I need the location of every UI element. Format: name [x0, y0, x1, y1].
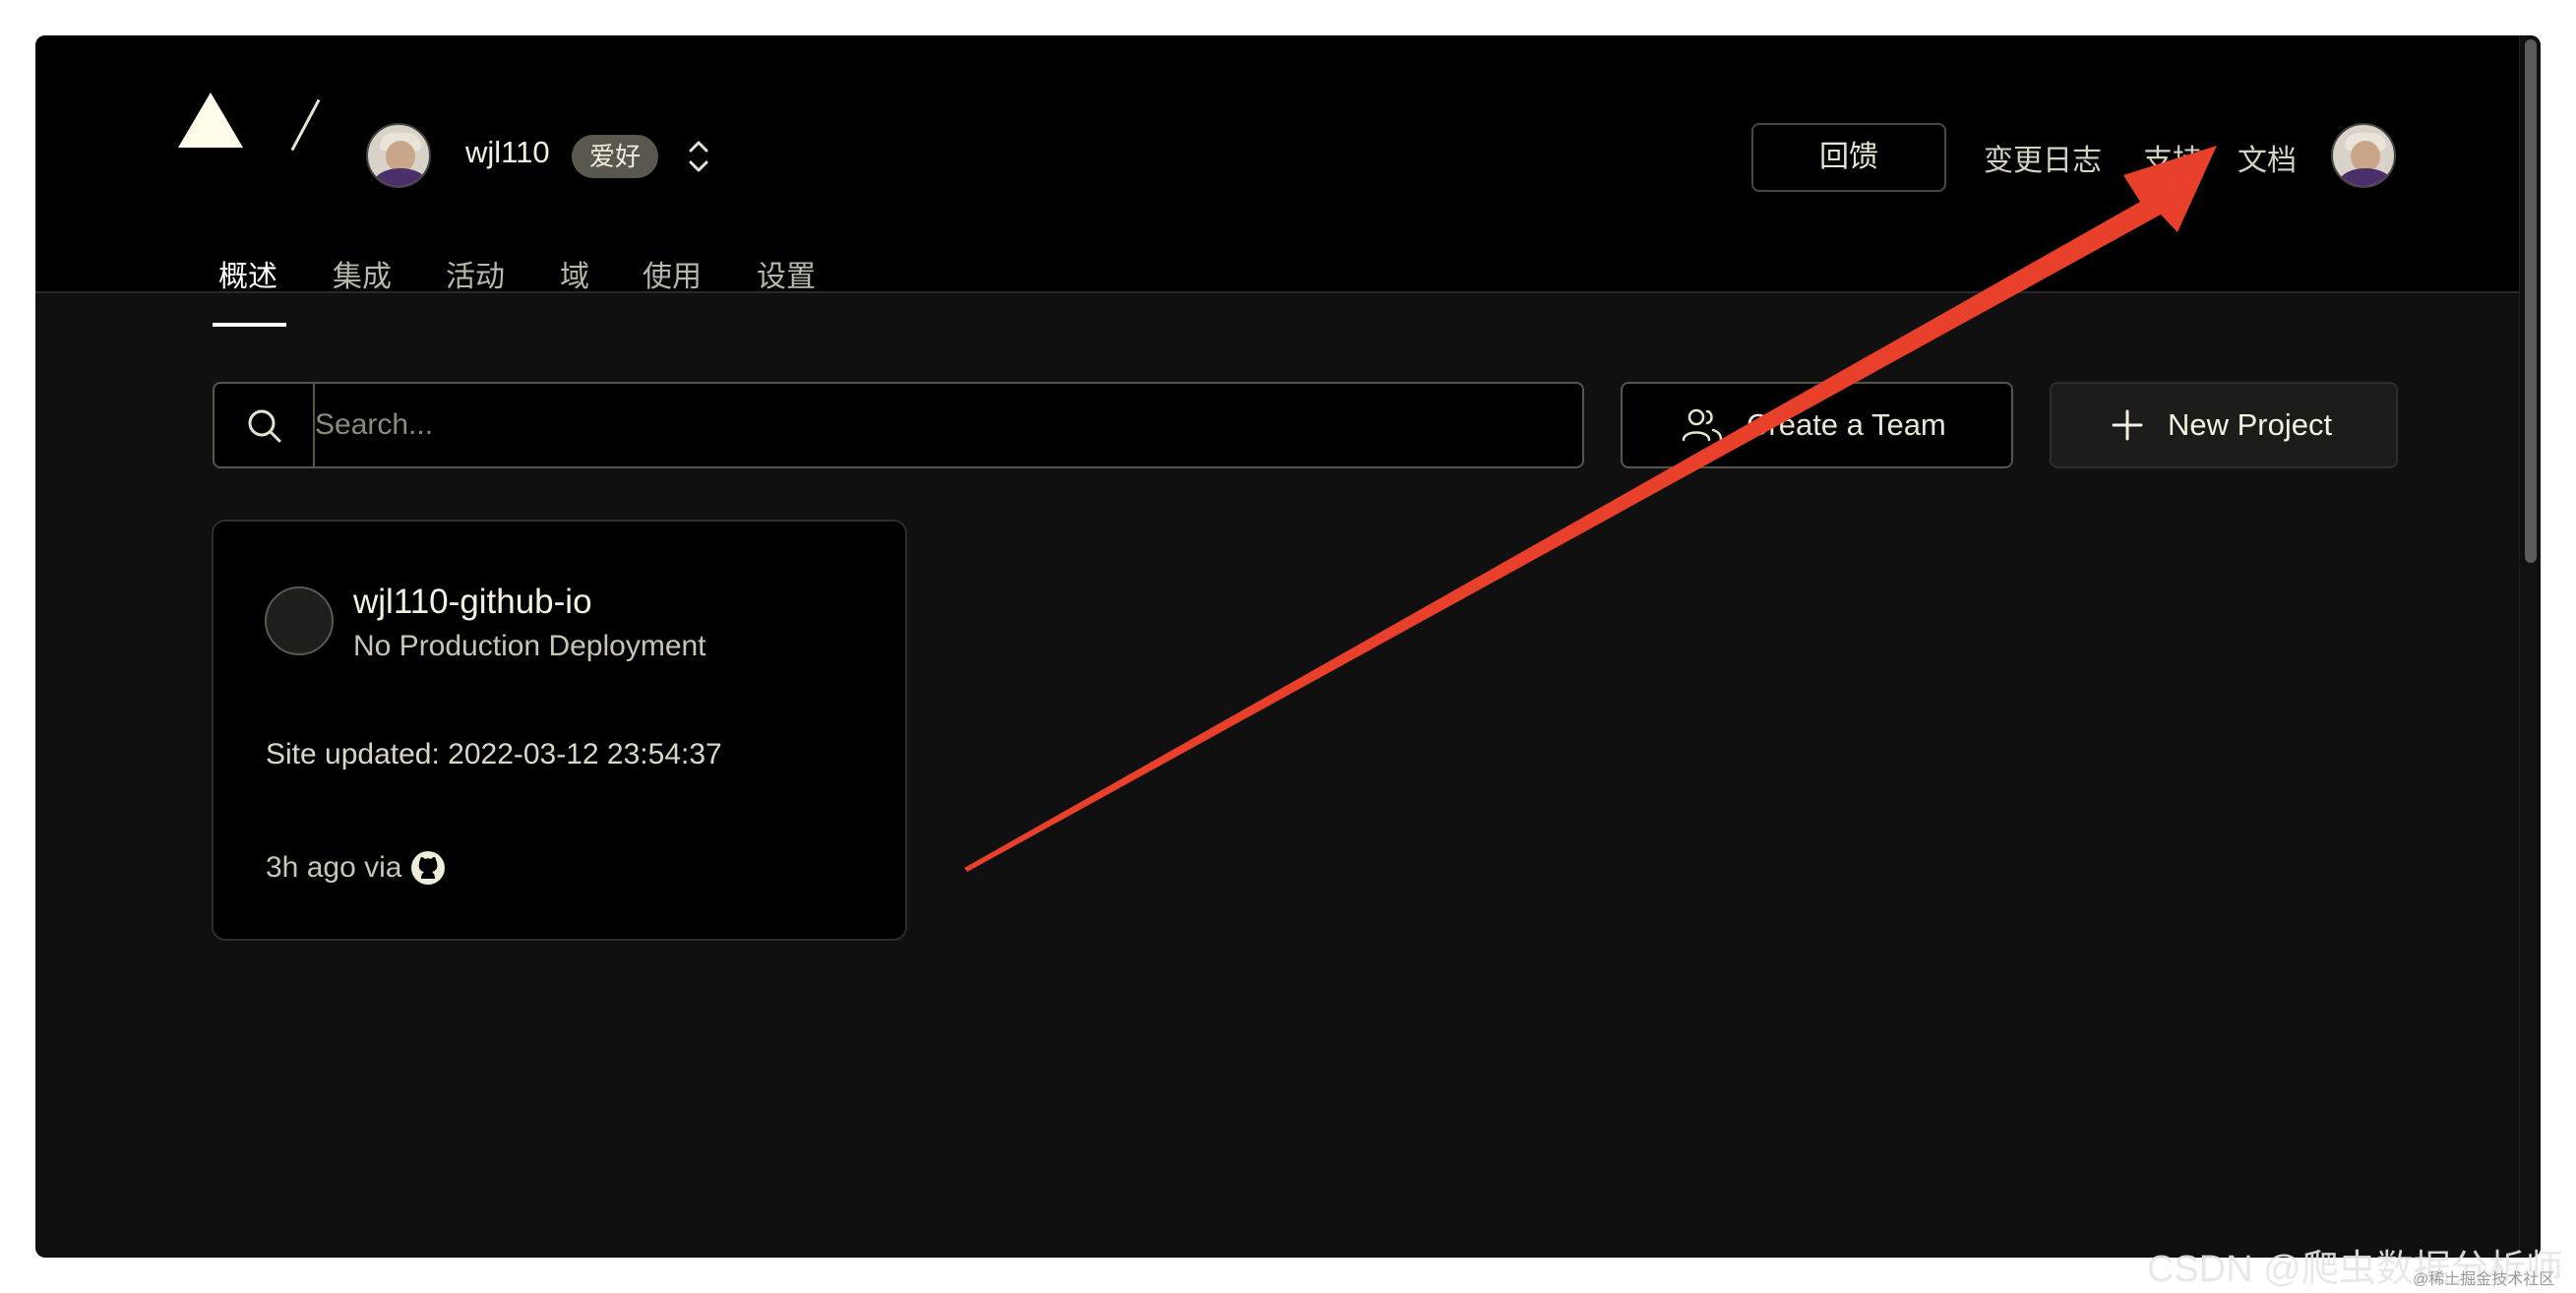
new-project-button[interactable]: New Project [2050, 382, 2398, 468]
tab-activity[interactable]: 活动 [446, 252, 505, 295]
chevron-up-down-icon[interactable] [685, 137, 712, 176]
top-header: wjl110 爱好 回馈 变更日志 支持 文档 概述 集成 活动 域 使用 设置 [35, 35, 2519, 327]
plan-badge: 爱好 [572, 135, 659, 178]
github-icon[interactable] [409, 849, 447, 887]
app-window: wjl110 爱好 回馈 变更日志 支持 文档 概述 集成 活动 域 使用 设置 [35, 35, 2541, 1258]
tab-settings[interactable]: 设置 [757, 252, 816, 295]
scrollbar-thumb[interactable] [2525, 39, 2537, 563]
project-card[interactable]: wjl110-github-io No Production Deploymen… [212, 520, 907, 941]
tab-integrations[interactable]: 集成 [333, 252, 392, 295]
project-icon [265, 586, 334, 655]
tab-domains[interactable]: 域 [560, 252, 589, 295]
watermark-secondary-text: @稀土掘金技术社区 [2413, 1271, 2555, 1288]
team-avatar[interactable] [366, 123, 431, 188]
search-input[interactable] [315, 384, 1574, 466]
plus-icon [2111, 408, 2144, 442]
changelog-link[interactable]: 变更日志 [1984, 136, 2102, 179]
tab-overview[interactable]: 概述 [218, 252, 277, 295]
last-commit-info: 3h ago via [266, 849, 447, 887]
triangle-logo-icon[interactable] [178, 92, 243, 148]
project-name[interactable]: wjl110-github-io [353, 583, 592, 622]
active-tab-indicator [213, 323, 286, 327]
create-team-label: Create a Team [1747, 407, 1946, 442]
create-team-button[interactable]: Create a Team [1621, 382, 2013, 468]
users-icon [1680, 402, 1725, 448]
tab-usage[interactable]: 使用 [643, 252, 702, 295]
support-link[interactable]: 支持 [2143, 136, 2202, 179]
search-box[interactable] [213, 382, 1584, 468]
vertical-scrollbar[interactable] [2519, 35, 2541, 1258]
docs-link[interactable]: 文档 [2238, 136, 2297, 179]
commit-time-text: 3h ago via [266, 851, 402, 884]
breadcrumb-separator [290, 98, 321, 152]
feedback-button[interactable]: 回馈 [1751, 123, 1946, 192]
new-project-label: New Project [2168, 407, 2333, 442]
site-updated-text: Site updated: 2022-03-12 23:54:37 [266, 738, 722, 770]
search-icon [215, 384, 315, 466]
deployment-status: No Production Deployment [353, 630, 706, 662]
team-name[interactable]: wjl110 [465, 135, 550, 170]
user-avatar[interactable] [2331, 123, 2396, 188]
